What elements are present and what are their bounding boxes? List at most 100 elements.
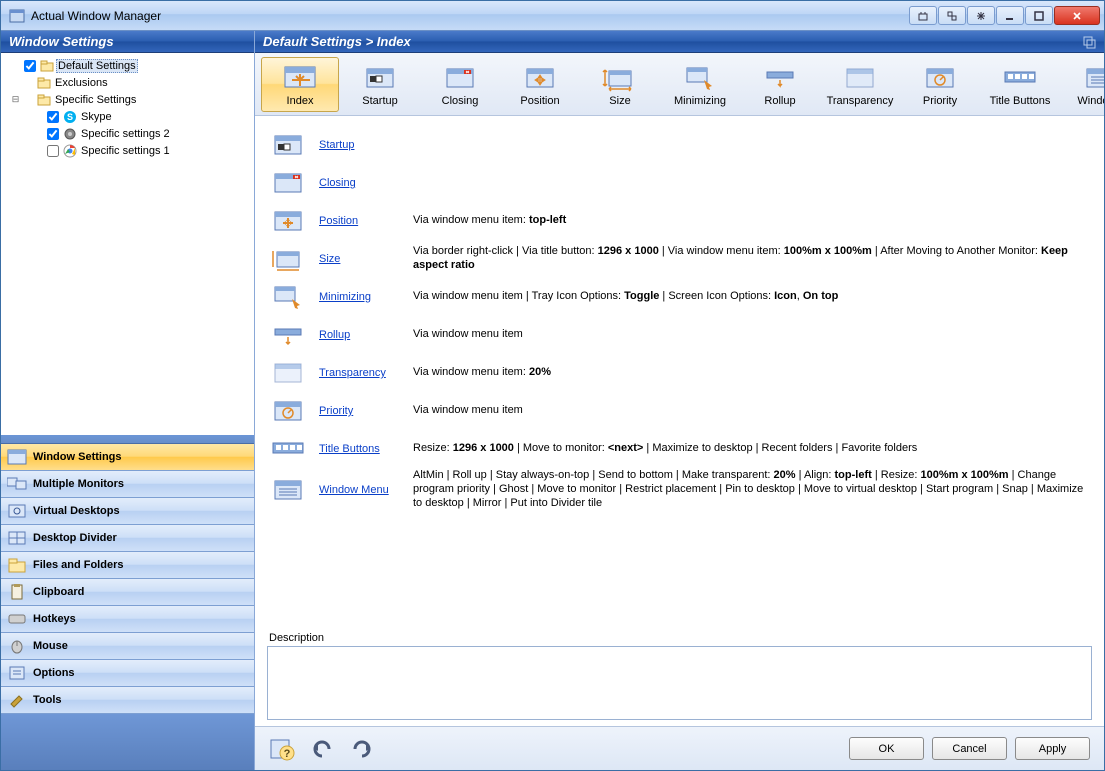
toolbar-transparency[interactable]: Transparency <box>821 57 899 112</box>
apply-button[interactable]: Apply <box>1015 737 1090 760</box>
size-icon <box>271 244 305 274</box>
toolbar-closing[interactable]: Closing <box>421 57 499 112</box>
nav-files-folders[interactable]: Files and Folders <box>1 552 254 579</box>
copy-icon[interactable] <box>1082 35 1096 49</box>
row-position: Position Via window menu item: top-left <box>271 202 1088 240</box>
toolbar-label: Rollup <box>764 95 795 107</box>
clipboard-icon <box>7 583 27 601</box>
link-transparency[interactable]: Transparency <box>319 367 399 379</box>
link-size[interactable]: Size <box>319 253 399 265</box>
folder-icon <box>40 59 54 73</box>
desc-transparency: Via window menu item: 20% <box>413 366 551 380</box>
title-buttons-icon <box>271 434 305 464</box>
window-menu-icon <box>271 475 305 505</box>
titlebar: Actual Window Manager <box>1 1 1104 31</box>
extra-button-3[interactable] <box>967 6 995 25</box>
tree-specific-settings[interactable]: ⊟ Specific Settings <box>5 91 254 108</box>
nav-hotkeys[interactable]: Hotkeys <box>1 606 254 633</box>
link-title-buttons[interactable]: Title Buttons <box>319 443 399 455</box>
toolbar-index[interactable]: Index <box>261 57 339 112</box>
position-icon <box>522 62 558 92</box>
tree-specific-2[interactable]: Specific settings 2 <box>41 125 254 142</box>
nav-clipboard[interactable]: Clipboard <box>1 579 254 606</box>
toolbar-position[interactable]: Position <box>501 57 579 112</box>
nav-tools[interactable]: Tools <box>1 687 254 714</box>
row-priority: Priority Via window menu item <box>271 392 1088 430</box>
tree-item-label: Specific settings 2 <box>79 128 172 140</box>
chrome-icon <box>63 144 77 158</box>
toolbar-label: Transparency <box>827 95 894 107</box>
collapse-icon[interactable]: ⊟ <box>9 94 22 105</box>
toolbar-startup[interactable]: Startup <box>341 57 419 112</box>
row-rollup: Rollup Via window menu item <box>271 316 1088 354</box>
breadcrumb: Default Settings > Index <box>263 34 411 49</box>
tools-icon <box>7 691 27 709</box>
tree-default-checkbox[interactable] <box>24 60 36 72</box>
nav-label: Mouse <box>33 640 68 652</box>
extra-button-2[interactable] <box>938 6 966 25</box>
redo-icon[interactable] <box>349 737 375 761</box>
content: Default Settings > Index Index Startup C… <box>255 31 1104 770</box>
toolbar-label: Window I <box>1077 95 1104 107</box>
link-priority[interactable]: Priority <box>319 405 399 417</box>
link-position[interactable]: Position <box>319 215 399 227</box>
close-button[interactable] <box>1054 6 1100 25</box>
desc-rollup: Via window menu item <box>413 328 523 342</box>
tree-specific-1[interactable]: Specific settings 1 <box>41 142 254 159</box>
desc-window-menu: AltMin | Roll up | Stay always-on-top | … <box>413 469 1088 510</box>
startup-icon <box>271 130 305 160</box>
sidebar-header: Window Settings <box>1 31 254 53</box>
tree-skype-checkbox[interactable] <box>47 111 59 123</box>
nav-multiple-monitors[interactable]: Multiple Monitors <box>1 471 254 498</box>
link-startup[interactable]: Startup <box>319 139 399 151</box>
toolbar-window-menu[interactable]: Window I <box>1061 57 1104 112</box>
nav-desktop-divider[interactable]: Desktop Divider <box>1 525 254 552</box>
maximize-button[interactable] <box>1025 6 1053 25</box>
nav-virtual-desktops[interactable]: Virtual Desktops <box>1 498 254 525</box>
size-icon <box>602 62 638 92</box>
tree-s1-checkbox[interactable] <box>47 145 59 157</box>
tree-exclusions[interactable]: Exclusions <box>5 74 254 91</box>
virtual-desktops-icon <box>7 502 27 520</box>
cancel-button[interactable]: Cancel <box>932 737 1007 760</box>
desc-position: Via window menu item: top-left <box>413 214 566 228</box>
description-textarea[interactable] <box>267 646 1092 720</box>
tree-default-settings[interactable]: Default Settings <box>5 57 254 74</box>
nav-label: Window Settings <box>33 451 122 463</box>
transparency-icon <box>271 358 305 388</box>
folder-icon <box>7 556 27 574</box>
row-closing: Closing <box>271 164 1088 202</box>
window-settings-icon <box>7 448 27 466</box>
link-window-menu[interactable]: Window Menu <box>319 484 399 496</box>
nav-label: Tools <box>33 694 62 706</box>
ok-button[interactable]: OK <box>849 737 924 760</box>
row-minimizing: Minimizing Via window menu item | Tray I… <box>271 278 1088 316</box>
desc-title-buttons: Resize: 1296 x 1000 | Move to monitor: <… <box>413 442 917 456</box>
desc-size: Via border right-click | Via title butto… <box>413 245 1088 273</box>
sidebar-footer <box>1 714 254 770</box>
toolbar-title-buttons[interactable]: Title Buttons <box>981 57 1059 112</box>
sidebar: Window Settings Default Settings Exclusi… <box>1 31 255 770</box>
extra-button-1[interactable] <box>909 6 937 25</box>
position-icon <box>271 206 305 236</box>
row-title-buttons: Title Buttons Resize: 1296 x 1000 | Move… <box>271 430 1088 468</box>
undo-icon[interactable] <box>309 737 335 761</box>
link-rollup[interactable]: Rollup <box>319 329 399 341</box>
priority-icon <box>922 62 958 92</box>
help-icon[interactable]: ? <box>269 737 295 761</box>
toolbar-rollup[interactable]: Rollup <box>741 57 819 112</box>
nav-window-settings[interactable]: Window Settings <box>1 444 254 471</box>
link-minimizing[interactable]: Minimizing <box>319 291 399 303</box>
tree-s2-checkbox[interactable] <box>47 128 59 140</box>
toolbar-label: Position <box>520 95 559 107</box>
nav-mouse[interactable]: Mouse <box>1 633 254 660</box>
minimize-button[interactable] <box>996 6 1024 25</box>
mouse-icon <box>7 637 27 655</box>
toolbar-priority[interactable]: Priority <box>901 57 979 112</box>
tree-skype[interactable]: S Skype <box>41 108 254 125</box>
nav-splitter[interactable] <box>1 435 254 443</box>
link-closing[interactable]: Closing <box>319 177 399 189</box>
nav-options[interactable]: Options <box>1 660 254 687</box>
toolbar-size[interactable]: Size <box>581 57 659 112</box>
toolbar-minimizing[interactable]: Minimizing <box>661 57 739 112</box>
